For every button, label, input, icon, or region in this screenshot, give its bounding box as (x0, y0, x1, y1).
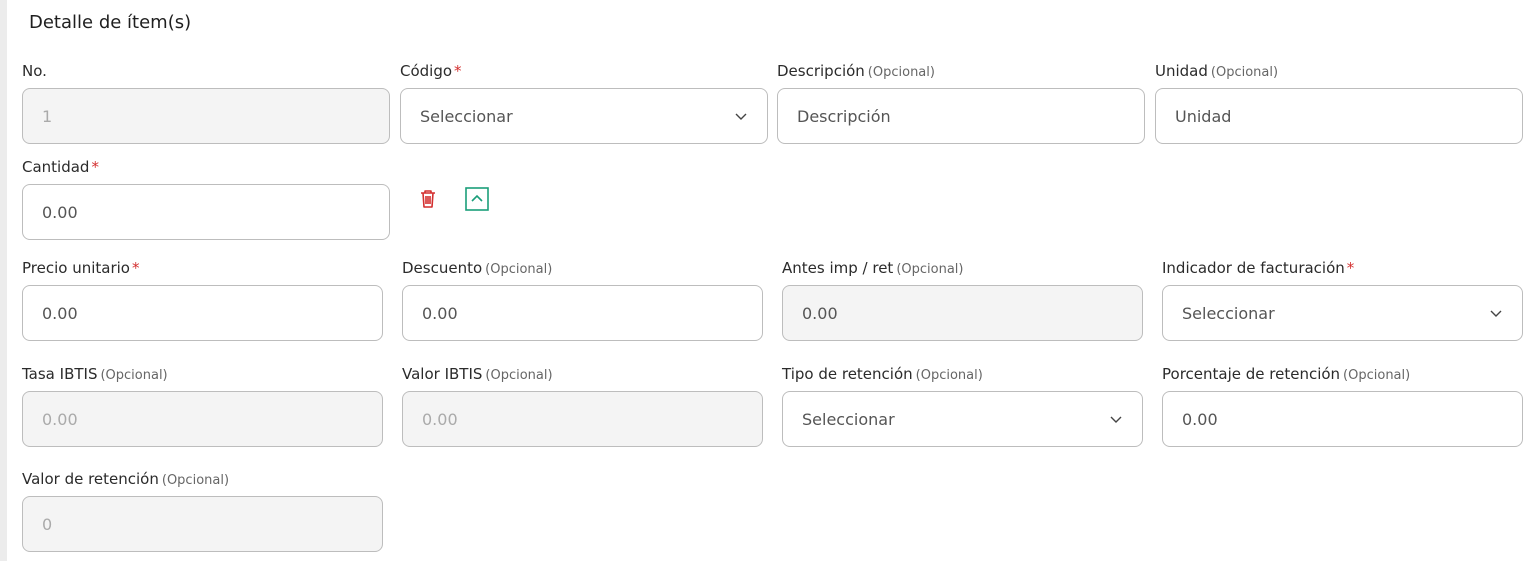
cantidad-input[interactable]: 0.00 (22, 184, 390, 240)
optional-tag: (Opcional) (896, 262, 964, 277)
antes-value: 0.00 (802, 303, 838, 323)
label-antes: Antes imp / ret (782, 259, 894, 277)
optional-tag: (Opcional) (485, 262, 553, 277)
field-descripcion: Descripción (Opcional) Descripción (777, 62, 1145, 146)
codigo-select[interactable]: Seleccionar (400, 88, 768, 144)
unidad-input[interactable]: Unidad (1155, 88, 1523, 144)
porc-ret-input[interactable]: 0.00 (1162, 391, 1523, 447)
field-unidad: Unidad (Opcional) Unidad (1155, 62, 1523, 146)
field-tipo-ret: Tipo de retención (Opcional) Seleccionar (782, 365, 1143, 449)
chevron-up-icon (465, 187, 489, 211)
no-value: 1 (42, 106, 53, 126)
label-codigo: Código (400, 62, 453, 80)
optional-tag: (Opcional) (161, 473, 230, 488)
optional-tag: (Opcional) (485, 368, 553, 383)
precio-placeholder: 0.00 (42, 303, 78, 323)
label-descripcion: Descripción (777, 62, 865, 80)
precio-input[interactable]: 0.00 (22, 285, 383, 341)
label-descuento: Descuento (402, 259, 483, 277)
valor-ibtis-value: 0.00 (422, 409, 458, 429)
optional-tag: (Opcional) (915, 368, 983, 383)
chevron-down-icon (735, 113, 747, 120)
label-no: No. (22, 62, 47, 80)
field-antes: Antes imp / ret (Opcional) 0.00 (782, 259, 1143, 343)
optional-tag: (Opcional) (1210, 65, 1279, 80)
antes-input: 0.00 (782, 285, 1143, 341)
descuento-placeholder: 0.00 (422, 303, 458, 323)
trash-icon (421, 190, 435, 208)
valor-ibtis-input: 0.00 (402, 391, 763, 447)
tipo-ret-value: Seleccionar (802, 409, 895, 429)
porc-ret-placeholder: 0.00 (1182, 409, 1218, 429)
label-indicador: Indicador de facturación (1162, 259, 1345, 277)
field-indicador: Indicador de facturación * Seleccionar (1162, 259, 1523, 343)
optional-tag: (Opcional) (1343, 368, 1411, 383)
field-precio: Precio unitario * 0.00 (22, 259, 383, 343)
valor-ret-value: 0 (42, 514, 53, 534)
label-cantidad: Cantidad (22, 158, 90, 176)
section-title: Detalle de ítem(s) (29, 12, 192, 33)
label-porc-ret: Porcentaje de retención (1162, 365, 1341, 383)
field-tasa: Tasa IBTIS (Opcional) 0.00 (22, 365, 383, 449)
label-tasa: Tasa IBTIS (22, 365, 98, 383)
field-cantidad: Cantidad * 0.00 (22, 158, 390, 242)
optional-tag: (Opcional) (100, 368, 168, 383)
chevron-down-icon (1110, 416, 1122, 423)
required-mark: * (91, 158, 99, 176)
field-valor-ibtis: Valor IBTIS (Opcional) 0.00 (402, 365, 763, 449)
descripcion-input[interactable]: Descripción (777, 88, 1145, 144)
descuento-input[interactable]: 0.00 (402, 285, 763, 341)
tasa-input: 0.00 (22, 391, 383, 447)
field-codigo: Código * Seleccionar (400, 62, 768, 146)
cantidad-placeholder: 0.00 (42, 202, 78, 222)
chevron-down-icon (1490, 310, 1502, 317)
item-detail-card: Detalle de ítem(s) No. 1 Código * Selecci… (7, 0, 1534, 561)
label-precio: Precio unitario (22, 259, 130, 277)
field-no: No. 1 (22, 62, 390, 146)
field-descuento: Descuento (Opcional) 0.00 (402, 259, 763, 343)
collapse-item-button[interactable] (465, 187, 489, 211)
required-mark: * (454, 62, 462, 80)
label-unidad: Unidad (1155, 62, 1208, 80)
tipo-ret-select[interactable]: Seleccionar (782, 391, 1143, 447)
indicador-select[interactable]: Seleccionar (1162, 285, 1523, 341)
descripcion-placeholder: Descripción (797, 106, 891, 126)
required-mark: * (131, 259, 140, 277)
unidad-placeholder: Unidad (1175, 106, 1232, 126)
field-valor-ret: Valor de retención (Opcional) 0 (22, 470, 383, 554)
label-tipo-ret: Tipo de retención (782, 365, 913, 383)
indicador-value: Seleccionar (1182, 303, 1275, 323)
field-porc-ret: Porcentaje de retención (Opcional) 0.00 (1162, 365, 1523, 449)
valor-ret-input: 0 (22, 496, 383, 552)
tasa-value: 0.00 (42, 409, 78, 429)
optional-tag: (Opcional) (867, 65, 935, 80)
codigo-value: Seleccionar (420, 106, 513, 126)
no-input: 1 (22, 88, 390, 144)
label-valor-ret: Valor de retención (22, 470, 159, 488)
required-mark: * (1346, 259, 1355, 277)
delete-item-button[interactable] (417, 187, 439, 211)
label-valor-ibtis: Valor IBTIS (402, 365, 483, 383)
